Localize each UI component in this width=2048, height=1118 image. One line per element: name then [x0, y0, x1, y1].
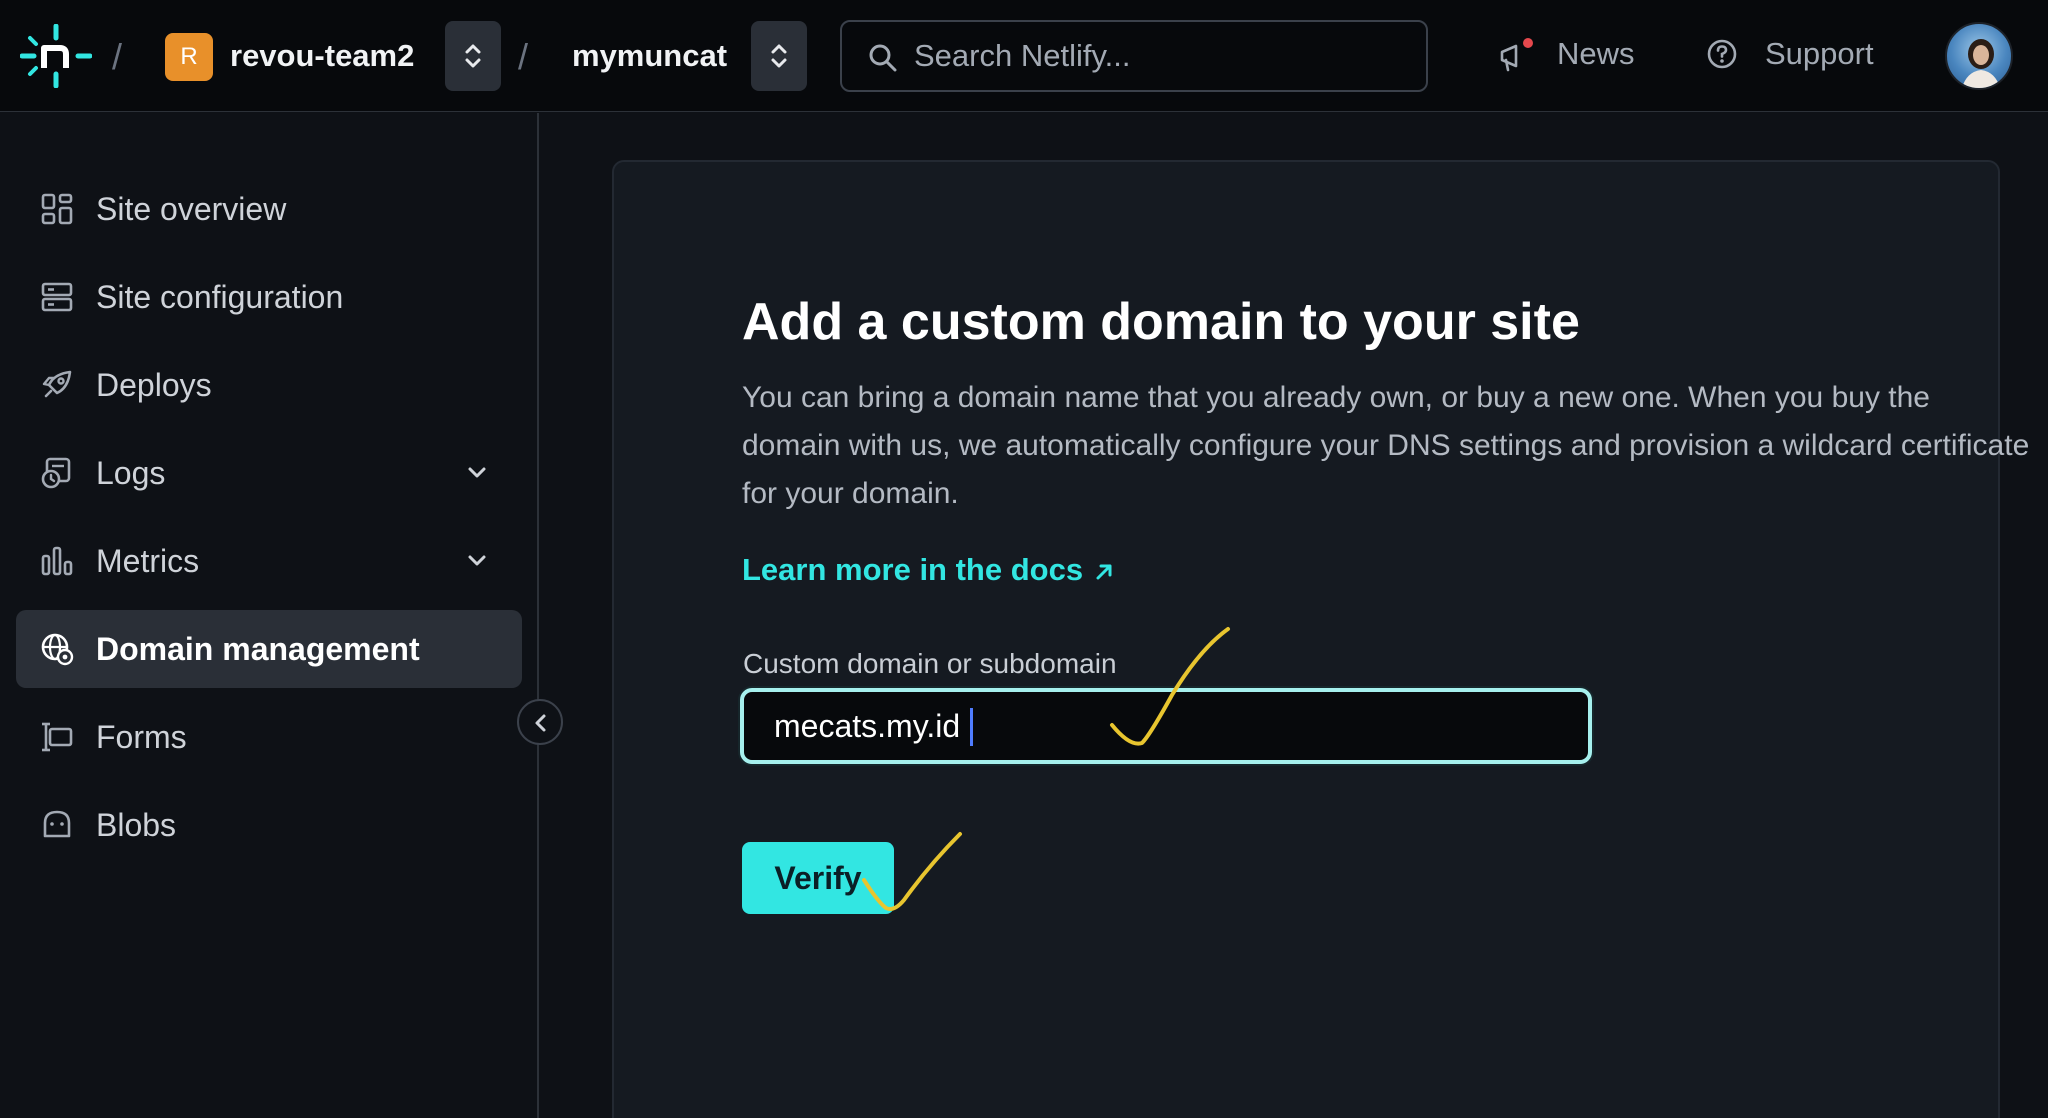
chevron-up-down-icon	[771, 44, 787, 68]
sidebar-item-deploys[interactable]: Deploys	[16, 346, 522, 424]
sidebar-item-site-configuration[interactable]: Site configuration	[16, 258, 522, 336]
site-switcher-button[interactable]	[751, 21, 807, 91]
megaphone-icon[interactable]	[1498, 38, 1534, 74]
sidebar-item-metrics[interactable]: Metrics	[16, 522, 522, 600]
domain-field-label: Custom domain or subdomain	[743, 648, 1117, 679]
sidebar-item-label: Site configuration	[96, 279, 344, 315]
bar-chart-icon	[41, 546, 73, 576]
form-icon	[42, 722, 73, 752]
sidebar-item-domain-management[interactable]: Domain management	[16, 610, 522, 688]
sidebar-item-label: Domain management	[96, 631, 420, 667]
sidebar-item-label: Metrics	[96, 543, 200, 579]
page-description: You can bring a domain name that you alr…	[742, 381, 2030, 510]
top-bar: / R revou-team2 / mymuncat News Support	[0, 0, 2048, 112]
page-title: Add a custom domain to your site	[742, 293, 1580, 351]
sidebar-item-label: Blobs	[96, 807, 177, 843]
sidebar-item-label: Site overview	[96, 191, 287, 227]
search-icon	[869, 44, 897, 72]
sidebar: Site overview Site configuration Deploys…	[0, 113, 539, 1118]
sidebar-item-blobs[interactable]: Blobs	[16, 786, 522, 864]
chevron-down-icon[interactable]	[466, 462, 488, 484]
arrow-up-right-icon	[1096, 564, 1112, 580]
chevron-up-down-icon	[465, 44, 481, 68]
sidebar-item-label: Deploys	[96, 367, 212, 403]
help-circle-icon[interactable]	[1706, 38, 1738, 70]
logs-icon	[41, 457, 71, 489]
config-server-icon	[41, 282, 73, 312]
user-photo-icon	[1962, 39, 2000, 88]
verify-button[interactable]: Verify	[742, 842, 894, 914]
team-name[interactable]: revou-team2	[230, 38, 414, 74]
overview-grid-icon	[41, 193, 73, 225]
news-link[interactable]: News	[1557, 36, 1635, 72]
sidebar-item-label: Logs	[96, 455, 166, 491]
rocket-icon	[42, 370, 72, 398]
custom-domain-input[interactable]	[740, 688, 1592, 764]
search-input[interactable]	[914, 34, 1414, 78]
support-link[interactable]: Support	[1765, 36, 1874, 72]
chevron-left-icon	[535, 714, 546, 732]
breadcrumb-separator: /	[518, 36, 529, 77]
docs-link-label: Learn more in the docs	[742, 552, 1084, 587]
collapse-sidebar-button[interactable]	[517, 699, 563, 745]
text-cursor	[970, 708, 973, 746]
netlify-logo-icon[interactable]	[20, 24, 92, 88]
site-name[interactable]: mymuncat	[572, 38, 727, 74]
team-avatar: R	[165, 33, 213, 81]
globe-gear-icon	[41, 633, 74, 666]
team-switcher-button[interactable]	[445, 21, 501, 91]
sidebar-item-forms[interactable]: Forms	[16, 698, 522, 776]
sidebar-item-site-overview[interactable]: Site overview	[16, 170, 522, 248]
user-avatar[interactable]	[1945, 22, 2013, 90]
breadcrumb-separator: /	[112, 36, 123, 77]
docs-link[interactable]: Learn more in the docs	[742, 552, 1115, 588]
sidebar-item-logs[interactable]: Logs	[16, 434, 522, 512]
sidebar-item-label: Forms	[96, 719, 187, 755]
search-box[interactable]	[840, 20, 1428, 92]
chevron-down-icon[interactable]	[466, 550, 488, 572]
blob-icon	[43, 810, 71, 838]
